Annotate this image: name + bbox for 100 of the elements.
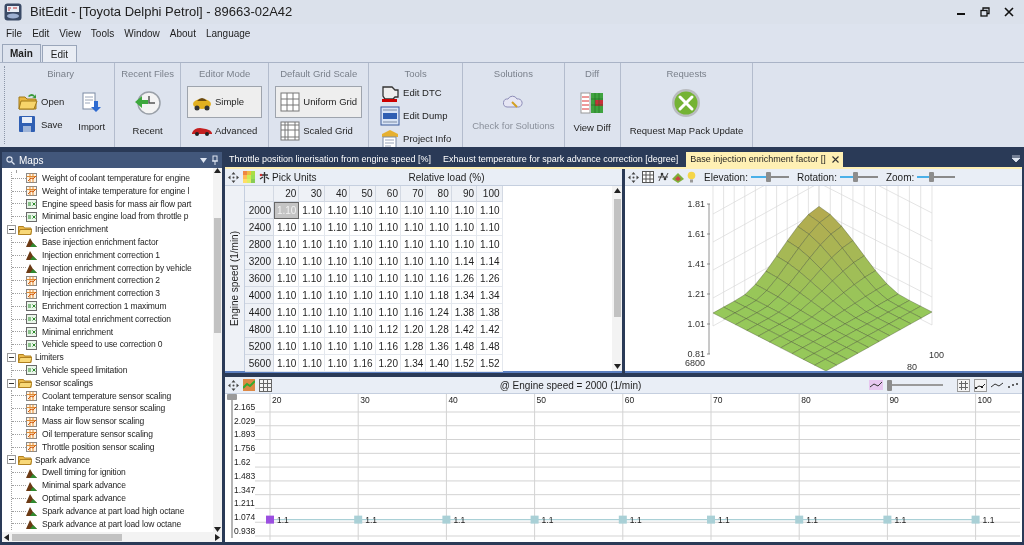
table-cell[interactable]: 1.28 xyxy=(426,321,452,338)
tree-item[interactable]: Coolant temperature sensor scaling xyxy=(42,389,172,403)
table-cell[interactable]: 1.10 xyxy=(299,287,325,304)
dropdown-icon[interactable] xyxy=(200,157,207,163)
ribbon-button[interactable]: Import xyxy=(75,81,109,144)
table-cell[interactable]: 1.10 xyxy=(324,321,351,338)
color-chart-icon[interactable] xyxy=(243,379,255,391)
table-cell[interactable]: 1.40 xyxy=(426,355,452,372)
move-icon[interactable] xyxy=(628,171,639,183)
column-header[interactable]: 30 xyxy=(299,186,325,202)
table-cell[interactable]: 1.28 xyxy=(400,338,427,355)
table-cell[interactable]: 1.10 xyxy=(274,219,300,236)
tree-folder[interactable]: Spark advance xyxy=(35,453,90,467)
slider-thumb[interactable] xyxy=(928,172,934,182)
table-cell[interactable]: 1.10 xyxy=(375,304,401,321)
table-cell[interactable]: 1.10 xyxy=(299,202,325,219)
row-header[interactable]: 5600 xyxy=(245,355,274,372)
menu-item[interactable]: File xyxy=(6,25,23,41)
table-cell[interactable]: 1.10 xyxy=(426,253,452,270)
table-cell[interactable]: 1.34 xyxy=(400,355,427,372)
tree-item[interactable]: Spark advance at part load high octane xyxy=(42,504,185,518)
ribbon-button[interactable]: Advanced xyxy=(187,121,263,142)
table-cell[interactable]: 1.10 xyxy=(400,202,427,219)
ribbon-button[interactable]: Edit Dump xyxy=(375,106,457,127)
slider-thumb[interactable] xyxy=(853,172,859,182)
surface-icon[interactable] xyxy=(672,171,684,183)
table-cell[interactable]: 1.14 xyxy=(451,253,478,270)
ribbon-button[interactable]: Open xyxy=(13,92,70,113)
scrollbar-thumb[interactable] xyxy=(12,533,122,541)
ribbon-tab[interactable]: Edit xyxy=(41,45,77,62)
table-cell[interactable]: 1.36 xyxy=(426,338,452,355)
table-cell[interactable]: 1.20 xyxy=(375,355,401,372)
table-cell[interactable]: 1.48 xyxy=(451,338,478,355)
table-cell[interactable]: 1.10 xyxy=(299,253,325,270)
table-cell[interactable]: 1.10 xyxy=(477,202,503,219)
table-cell[interactable]: 1.38 xyxy=(451,304,478,321)
move-icon[interactable] xyxy=(228,379,239,391)
tree-item[interactable]: Oil temperature sensor scaling xyxy=(42,427,153,441)
row-header[interactable]: 5200 xyxy=(245,338,274,355)
scrollbar-thumb[interactable] xyxy=(214,218,221,333)
collapse-icon[interactable] xyxy=(7,225,16,235)
vertical-scrollbar[interactable] xyxy=(213,168,222,532)
table-cell[interactable]: 1.10 xyxy=(324,202,351,219)
menu-item[interactable]: View xyxy=(59,25,81,41)
scrollbar-thumb[interactable] xyxy=(613,199,621,317)
table-cell[interactable]: 1.10 xyxy=(375,270,401,287)
collapse-icon[interactable] xyxy=(7,455,16,465)
table-cell[interactable]: 1.34 xyxy=(451,287,478,304)
tree-item[interactable]: Minimal enrichment xyxy=(42,325,113,339)
menu-item[interactable]: Window xyxy=(124,25,160,41)
slider[interactable] xyxy=(839,172,878,182)
column-header[interactable]: 90 xyxy=(451,186,478,202)
document-tab[interactable]: Base injection enrichment factor [] xyxy=(686,152,843,167)
table-cell[interactable]: 1.10 xyxy=(350,321,376,338)
scroll-down-icon[interactable] xyxy=(613,364,621,369)
tree-item[interactable]: Weight of coolant temperature for engine xyxy=(42,172,190,185)
scroll-right-icon[interactable] xyxy=(215,533,220,541)
table-cell[interactable]: 1.10 xyxy=(299,321,325,338)
tab-list-icon[interactable] xyxy=(1012,155,1020,163)
table-cell[interactable]: 1.48 xyxy=(477,338,503,355)
table-cell[interactable]: 1.10 xyxy=(274,321,300,338)
tree-folder[interactable]: Limiters xyxy=(35,351,64,364)
close-icon[interactable] xyxy=(831,156,839,163)
tree-item[interactable]: Maximal total enrichment correction xyxy=(42,312,171,326)
row-header[interactable]: 2800 xyxy=(245,236,274,253)
table-cell[interactable]: 1.16 xyxy=(400,304,427,321)
table-cell[interactable]: 1.10 xyxy=(350,304,376,321)
scroll-left-icon[interactable] xyxy=(4,533,9,541)
table-cell[interactable]: 1.52 xyxy=(477,355,503,372)
tree-item[interactable]: Minimal basic engine load from throttle p xyxy=(42,210,189,224)
table-cell[interactable]: 1.10 xyxy=(324,287,351,304)
slider[interactable] xyxy=(917,172,956,182)
table-cell[interactable]: 1.10 xyxy=(324,236,351,253)
slider[interactable] xyxy=(750,172,789,182)
tree-item[interactable]: Optimal spark advance xyxy=(42,491,126,505)
collapse-icon[interactable] xyxy=(7,353,16,363)
column-header[interactable]: 40 xyxy=(324,186,351,202)
table-cell[interactable]: 1.10 xyxy=(299,338,325,355)
table-cell[interactable]: 1.10 xyxy=(324,253,351,270)
ribbon-button[interactable]: Save xyxy=(13,115,70,136)
table-cell[interactable]: 1.10 xyxy=(400,236,427,253)
tree-folder[interactable]: Injection enrichment xyxy=(35,223,109,236)
line-chart-icon[interactable] xyxy=(869,380,883,390)
table-cell[interactable]: 1.16 xyxy=(375,338,401,355)
table-cell[interactable]: 1.10 xyxy=(350,219,376,236)
document-tab[interactable]: Exhaust temperature for spark advance correction [degree] xyxy=(439,152,683,167)
row-header[interactable]: 4000 xyxy=(245,287,274,304)
restore-icon[interactable] xyxy=(980,7,990,17)
table-cell[interactable]: 1.20 xyxy=(400,321,427,338)
table-cell[interactable]: 1.10 xyxy=(350,270,376,287)
tree-item[interactable]: Injection enrichment correction 3 xyxy=(42,287,160,300)
grid-icon[interactable] xyxy=(642,171,654,183)
row-header[interactable]: 4800 xyxy=(245,321,274,338)
menu-item[interactable]: Tools xyxy=(90,25,115,41)
row-header[interactable]: 2000 xyxy=(245,202,274,219)
selected-data-point[interactable] xyxy=(266,515,274,524)
column-header[interactable]: 60 xyxy=(375,186,401,202)
tree-folder[interactable]: Sensor scalings xyxy=(35,376,93,390)
table-cell[interactable]: 1.10 xyxy=(375,202,401,219)
table-cell[interactable]: 1.52 xyxy=(451,355,478,372)
